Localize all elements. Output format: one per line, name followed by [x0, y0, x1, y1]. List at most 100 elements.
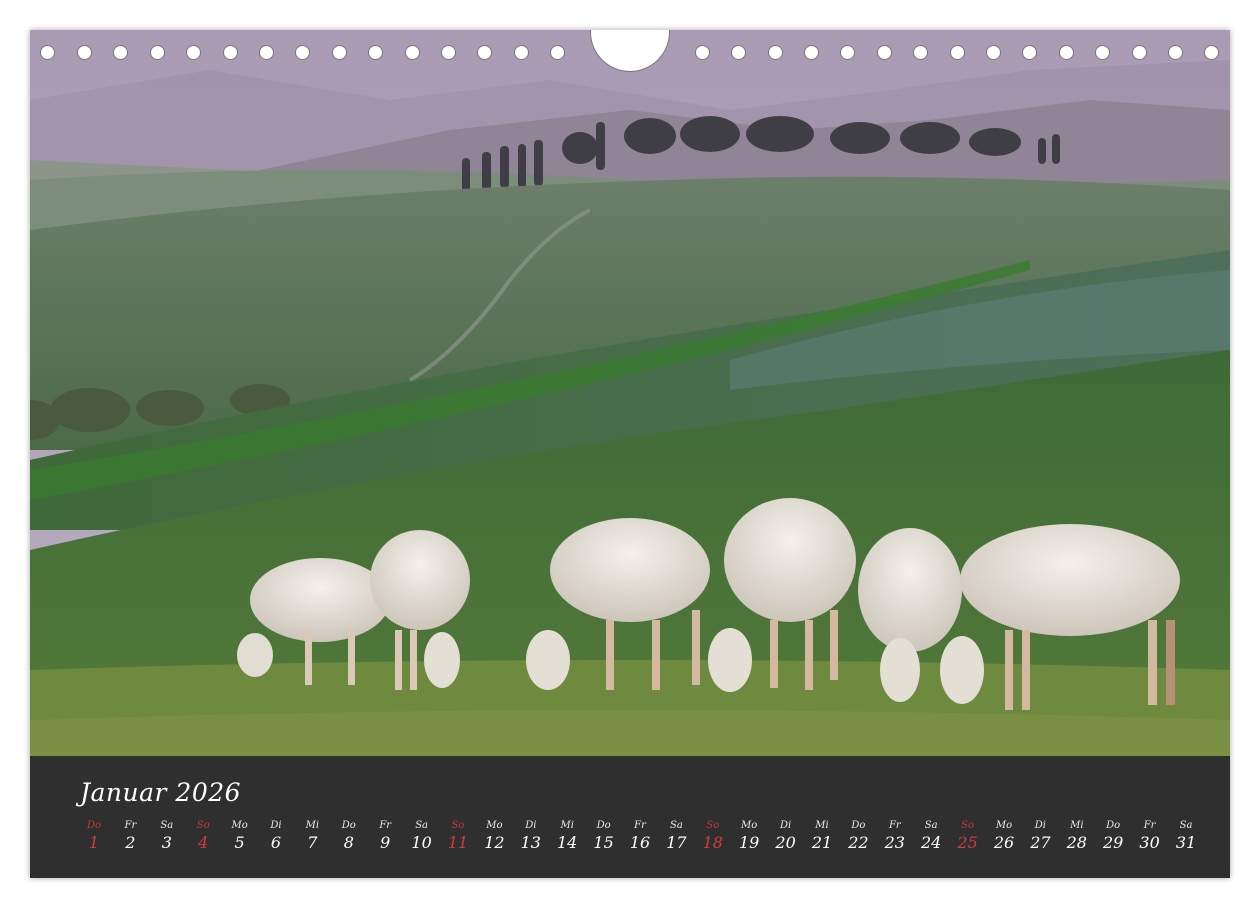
day-cell: Sa 31 — [1168, 820, 1204, 854]
day-number: 1 — [88, 833, 100, 852]
day-number: 24 — [921, 833, 942, 852]
day-number: 15 — [593, 833, 614, 852]
weekday-label: Do — [86, 820, 102, 831]
day-number: 13 — [520, 833, 541, 852]
day-cell: Fr 23 — [877, 820, 913, 854]
day-cell: Di 20 — [768, 820, 804, 854]
day-number: 22 — [848, 833, 869, 852]
day-number: 30 — [1139, 833, 1160, 852]
month-title: Januar 2026 — [80, 778, 242, 807]
calendar-page: Januar 2026 Do 1 Fr 2 Sa 3 So 4 Mo 5 Di 6 Mi 7 Do 8 Fr 9 S… — [30, 30, 1230, 878]
weekday-label: Do — [596, 820, 611, 831]
day-number: 27 — [1030, 833, 1051, 852]
weekday-label: Mo — [231, 820, 248, 831]
day-number: 23 — [884, 833, 905, 852]
weekday-label: Sa — [1179, 820, 1193, 831]
day-number: 21 — [811, 833, 833, 852]
weekday-label: Mo — [995, 820, 1013, 831]
day-cell: Mi 14 — [549, 820, 585, 854]
day-number: 9 — [380, 833, 391, 852]
weekday-label: Sa — [924, 820, 938, 831]
day-cell: Sa 3 — [149, 820, 185, 854]
weekday-label: Fr — [1143, 820, 1156, 831]
day-number: 5 — [234, 833, 245, 852]
weekday-label: Mi — [560, 820, 574, 831]
day-cell: Mo 19 — [731, 820, 767, 854]
calendar-bar: Januar 2026 Do 1 Fr 2 Sa 3 So 4 Mo 5 Di 6 Mi 7 Do 8 Fr 9 S… — [30, 756, 1230, 878]
day-cell: So 25 — [950, 820, 986, 854]
day-number: 11 — [447, 833, 469, 852]
day-strip: Do 1 Fr 2 Sa 3 So 4 Mo 5 Di 6 Mi 7 Do 8 Fr 9 Sa 10 So 11 Mo 12 D… — [76, 820, 1196, 860]
weekday-label: Do — [1106, 820, 1121, 831]
day-cell: So 18 — [695, 820, 731, 854]
day-number: 3 — [161, 833, 172, 852]
weekday-label: Mi — [305, 820, 320, 831]
day-number: 8 — [343, 833, 354, 852]
day-number: 29 — [1103, 833, 1124, 852]
day-cell: Mi 28 — [1059, 820, 1095, 854]
weekday-label: So — [196, 820, 210, 831]
day-number: 16 — [629, 833, 651, 852]
weekday-label: Fr — [379, 820, 392, 831]
day-cell: Mi 21 — [804, 820, 840, 854]
day-cell: Fr 9 — [367, 820, 403, 854]
weekday-label: Di — [525, 820, 537, 831]
weekday-label: So — [961, 820, 975, 831]
day-number: 14 — [557, 833, 578, 852]
day-cell: Sa 10 — [404, 820, 440, 854]
day-cell: Di 27 — [1022, 820, 1058, 854]
day-number: 12 — [484, 833, 505, 852]
weekday-label: Fr — [888, 820, 901, 831]
day-number: 26 — [993, 833, 1015, 852]
day-number: 2 — [125, 833, 136, 852]
weekday-label: Do — [851, 820, 866, 831]
day-cell: Do 29 — [1095, 820, 1131, 854]
weekday-label: Do — [341, 820, 356, 831]
day-cell: Mo 26 — [986, 820, 1022, 854]
day-cell: Mi 7 — [294, 820, 330, 854]
weekday-label: Fr — [634, 820, 646, 831]
weekday-label: Sa — [160, 820, 174, 831]
weekday-label: Mo — [486, 820, 503, 831]
weekday-label: Mi — [815, 820, 829, 831]
day-number: 31 — [1175, 833, 1197, 852]
day-cell: Sa 17 — [658, 820, 694, 854]
day-number: 25 — [957, 833, 978, 852]
weekday-label: So — [706, 820, 720, 831]
day-number: 10 — [411, 833, 432, 852]
day-cell: Di 13 — [513, 820, 549, 854]
weekday-label: Di — [1034, 820, 1046, 831]
day-number: 18 — [702, 833, 723, 852]
weekday-label: Fr — [124, 820, 137, 831]
day-cell: Fr 2 — [112, 820, 148, 854]
day-cell: Mo 12 — [476, 820, 512, 854]
day-cell: Do 1 — [76, 820, 112, 854]
weekday-label: Mi — [1070, 820, 1084, 831]
weekday-label: Sa — [415, 820, 428, 831]
day-number: 4 — [198, 833, 209, 852]
weekday-label: Sa — [669, 820, 683, 831]
weekday-label: Di — [270, 820, 282, 831]
day-cell: Fr 16 — [622, 820, 658, 854]
day-cell: So 11 — [440, 820, 476, 854]
day-number: 20 — [775, 833, 796, 852]
day-number: 19 — [739, 833, 760, 852]
day-cell: Do 22 — [840, 820, 876, 854]
day-cell: So 4 — [185, 820, 221, 854]
day-number: 28 — [1066, 833, 1087, 852]
day-cell: Di 6 — [258, 820, 294, 854]
day-cell: Do 8 — [331, 820, 367, 854]
hanger-cutout — [590, 30, 670, 72]
day-cell: Fr 30 — [1132, 820, 1168, 854]
day-number: 7 — [307, 833, 318, 852]
day-number: 17 — [666, 833, 687, 852]
photo-illustration — [30, 30, 1230, 756]
spiral-binding-holes — [30, 30, 1230, 80]
weekday-label: Mo — [741, 820, 758, 831]
day-cell: Do 15 — [586, 820, 622, 854]
day-cell: Sa 24 — [913, 820, 949, 854]
day-cell: Mo 5 — [222, 820, 258, 854]
day-number: 6 — [270, 833, 282, 852]
weekday-label: So — [451, 820, 465, 831]
landscape-photo — [30, 30, 1230, 756]
